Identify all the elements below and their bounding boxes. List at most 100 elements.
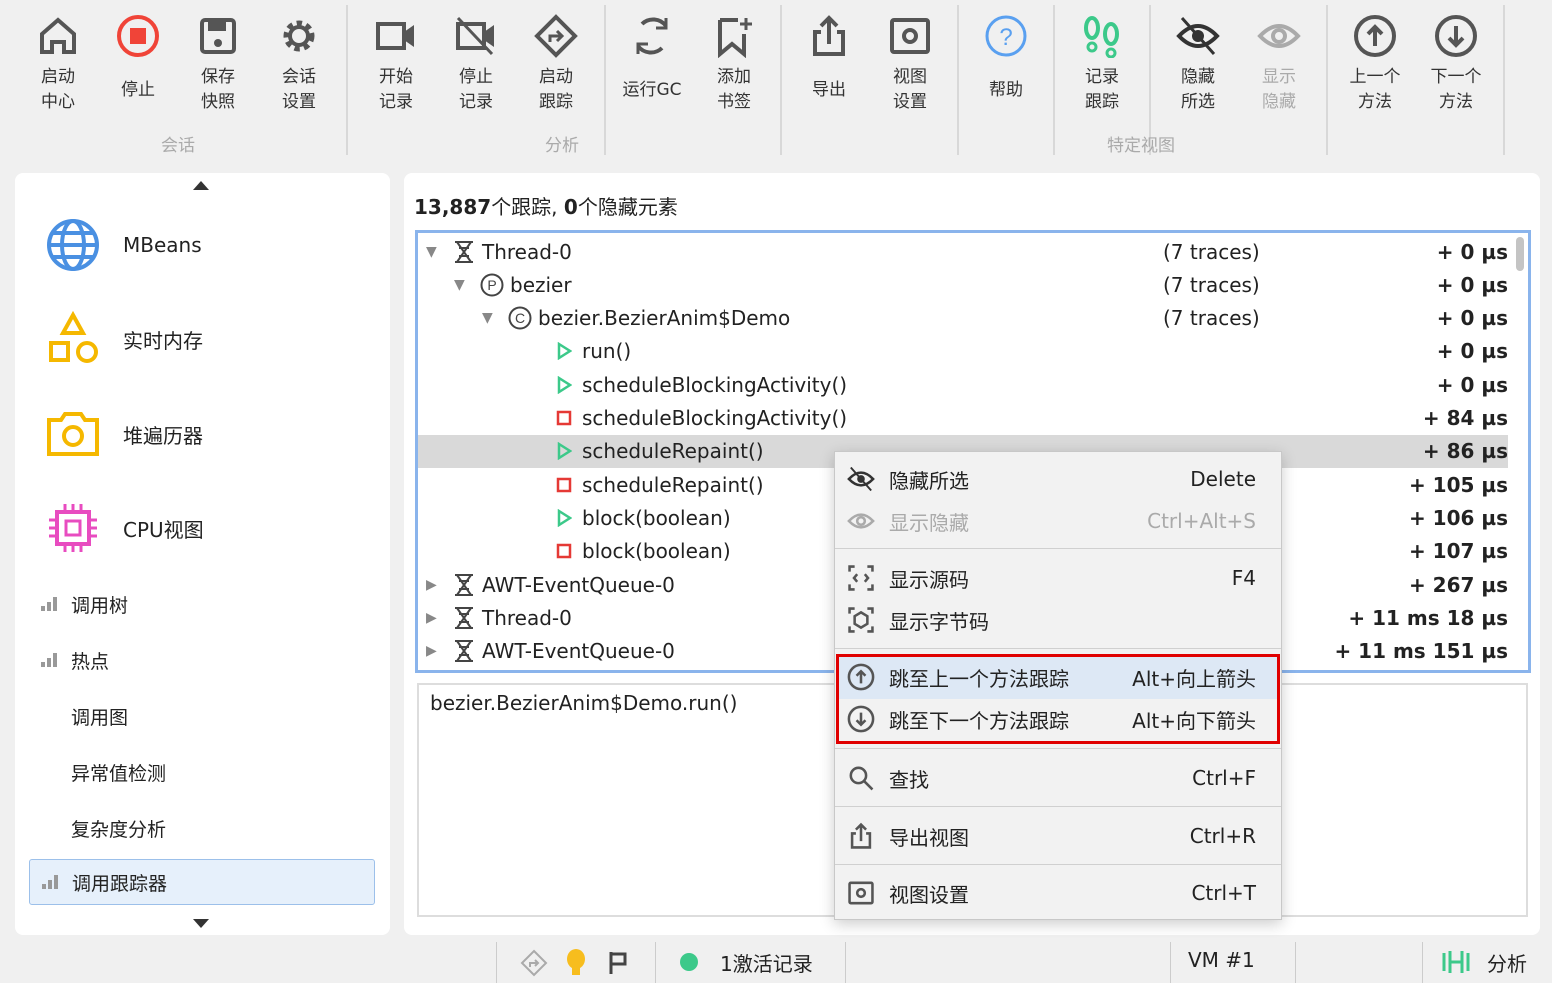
- node-name: AWT-EventQueue-0: [482, 572, 675, 597]
- menu-item-search[interactable]: 查找 Ctrl+F: [835, 757, 1281, 799]
- sidebar-item-call-graph[interactable]: 调用图: [29, 693, 375, 739]
- time-offset: + 11 ms 18 µs: [1348, 605, 1508, 630]
- node-name: block(boolean): [582, 539, 731, 564]
- toolbar-button-export[interactable]: 导出: [791, 14, 867, 116]
- menu-item-shortcut: F4: [1231, 566, 1256, 590]
- expand-right-icon[interactable]: ▶: [426, 610, 442, 626]
- method-exit-icon: [552, 539, 576, 563]
- sidebar-item-hot-spots[interactable]: 热点: [29, 637, 375, 683]
- method-entry-icon: [552, 439, 576, 463]
- tree-row[interactable]: run() + 0 µs: [418, 335, 1508, 368]
- scrollbar-thumb[interactable]: [1516, 237, 1524, 271]
- expand-right-icon[interactable]: ▶: [426, 577, 442, 593]
- detail-text: bezier.BezierAnim$Demo.run(): [430, 691, 738, 715]
- toolbar-button-eye-off[interactable]: 隐藏 所选: [1160, 14, 1236, 116]
- arrow-up-circle-icon: [1354, 15, 1396, 57]
- menu-item-label: 视图设置: [889, 882, 969, 907]
- method-entry-icon: [552, 339, 576, 363]
- tree-row[interactable]: ▼ Thread-0 (7 traces) + 0 µs: [418, 235, 1508, 268]
- flag-icon[interactable]: [607, 950, 631, 976]
- cpu-icon: [49, 504, 97, 552]
- menu-item-label: 跳至下一个方法跟踪: [889, 708, 1069, 733]
- group-label-view-specific: 特定视图: [1107, 136, 1175, 156]
- menu-item-shortcut: Alt+向下箭头: [1132, 708, 1256, 733]
- expand-down-icon[interactable]: ▼: [454, 277, 470, 293]
- toolbar-button-footsteps[interactable]: 记录 跟踪: [1064, 14, 1140, 116]
- label: 调用跟踪器: [72, 872, 168, 895]
- node-name: Thread-0: [482, 605, 572, 630]
- sidebar-item-cpu-views[interactable]: CPU视图: [45, 500, 204, 556]
- scroll-up-icon[interactable]: [193, 181, 209, 190]
- profiling-icon[interactable]: [1440, 949, 1472, 975]
- source-icon: [848, 565, 874, 591]
- group-label-analysis: 分析: [545, 136, 579, 156]
- toolbar-button-label: 记录 跟踪: [1085, 67, 1119, 112]
- menu-item-label: 显示隐藏: [889, 510, 969, 535]
- toolbar-button-refresh[interactable]: 运行GC: [614, 14, 690, 116]
- label: 调用树: [71, 594, 129, 617]
- expand-down-icon[interactable]: ▼: [426, 244, 442, 260]
- toolbar-button-help[interactable]: ? 帮助: [968, 14, 1044, 116]
- toolbar-button-eye[interactable]: 显示 隐藏: [1241, 14, 1317, 116]
- svg-text:C: C: [515, 310, 525, 326]
- menu-item-arrow-down-circle[interactable]: 跳至下一个方法跟踪 Alt+向下箭头: [835, 698, 1281, 740]
- recording-status: 1激活记录: [720, 952, 813, 976]
- menu-item-eye[interactable]: 显示隐藏 Ctrl+Alt+S: [835, 500, 1281, 542]
- toolbar-button-video-off[interactable]: 停止 记录: [438, 14, 514, 116]
- time-offset: + 86 µs: [1422, 439, 1508, 464]
- lightbulb-icon[interactable]: [565, 948, 587, 978]
- sidebar-item-mbeans[interactable]: MBeans: [45, 217, 202, 273]
- menu-item-source[interactable]: 显示源码 F4: [835, 557, 1281, 599]
- menu-item-export[interactable]: 导出视图 Ctrl+R: [835, 815, 1281, 857]
- toolbar-button-label: 隐藏 所选: [1181, 67, 1215, 112]
- toolbar-button-gear[interactable]: 会话 设置: [261, 14, 337, 116]
- view-settings-icon: [890, 18, 930, 54]
- menu-item-shortcut: Delete: [1190, 467, 1256, 491]
- thread-icon: [452, 573, 476, 597]
- tree-row[interactable]: scheduleBlockingActivity() + 84 µs: [418, 402, 1508, 435]
- menu-item-bytecode[interactable]: 显示字节码: [835, 599, 1281, 641]
- tree-row[interactable]: ▼ Cbezier.BezierAnim$Demo (7 traces) + 0 µs: [418, 302, 1508, 335]
- eye-off-icon: [847, 466, 875, 492]
- node-name: AWT-EventQueue-0: [482, 639, 675, 664]
- menu-item-shortcut: Ctrl+T: [1191, 881, 1256, 905]
- sidebar-item-heap-walker[interactable]: 堆遍历器: [45, 406, 203, 462]
- scroll-down-icon[interactable]: [193, 919, 209, 928]
- menu-item-view-settings[interactable]: 视图设置 Ctrl+T: [835, 872, 1281, 914]
- toolbar-button-home[interactable]: 启动 中心: [20, 14, 96, 116]
- toolbar-button-arrow-up-circle[interactable]: 上一个 方法: [1337, 14, 1413, 116]
- toolbar-button-view-settings[interactable]: 视图 设置: [872, 14, 948, 116]
- toolbar-button-arrow-down-circle[interactable]: 下一个 方法: [1418, 14, 1494, 116]
- toolbar-button-label: 开始 记录: [379, 67, 413, 112]
- sidebar-item-complexity-analysis[interactable]: 复杂度分析: [29, 805, 375, 851]
- toolbar-button-route[interactable]: 启动 跟踪: [518, 14, 594, 116]
- toolbar-button-label: 会话 设置: [282, 67, 316, 112]
- expand-right-icon[interactable]: ▶: [426, 643, 442, 659]
- menu-item-arrow-up-circle[interactable]: 跳至上一个方法跟踪 Alt+向上箭头: [835, 656, 1281, 698]
- sidebar-item-live-memory[interactable]: 实时内存: [45, 311, 203, 367]
- expand-down-icon[interactable]: ▼: [482, 310, 498, 326]
- sidebar-item-call-tree[interactable]: 调用树: [29, 581, 375, 627]
- toolbar: 启动 中心 停止 保存 快照 会话 设置 开始 记录 停止 记录 启动 跟踪 运行GC 添加 书…: [0, 0, 1552, 160]
- save-icon: [200, 18, 236, 54]
- time-offset: + 0 µs: [1436, 339, 1508, 364]
- toolbar-button-stop[interactable]: 停止: [100, 14, 176, 116]
- node-name: block(boolean): [582, 505, 731, 530]
- sidebar-item-outlier-detection[interactable]: 异常值检测: [29, 749, 375, 795]
- tree-row[interactable]: ▼ Pbezier (7 traces) + 0 µs: [418, 268, 1508, 301]
- divider: [655, 942, 656, 983]
- toolbar-separator: [780, 5, 782, 155]
- toolbar-button-bookmark-add[interactable]: 添加 书签: [696, 14, 772, 116]
- search-icon: [849, 766, 874, 791]
- menu-item-eye-off[interactable]: 隐藏所选 Delete: [835, 458, 1281, 500]
- toolbar-button-video[interactable]: 开始 记录: [358, 14, 434, 116]
- toolbar-button-save[interactable]: 保存 快照: [180, 14, 256, 116]
- arrow-up-circle-icon: [847, 663, 875, 691]
- divider: [496, 942, 497, 983]
- sidebar-item-call-tracer[interactable]: 调用跟踪器: [29, 859, 375, 905]
- tree-row[interactable]: scheduleBlockingActivity() + 0 µs: [418, 368, 1508, 401]
- menu-item-shortcut: Alt+向上箭头: [1132, 666, 1256, 691]
- route-icon[interactable]: [520, 949, 548, 977]
- footsteps-icon: [1084, 16, 1119, 58]
- menu-separator: [835, 864, 1281, 865]
